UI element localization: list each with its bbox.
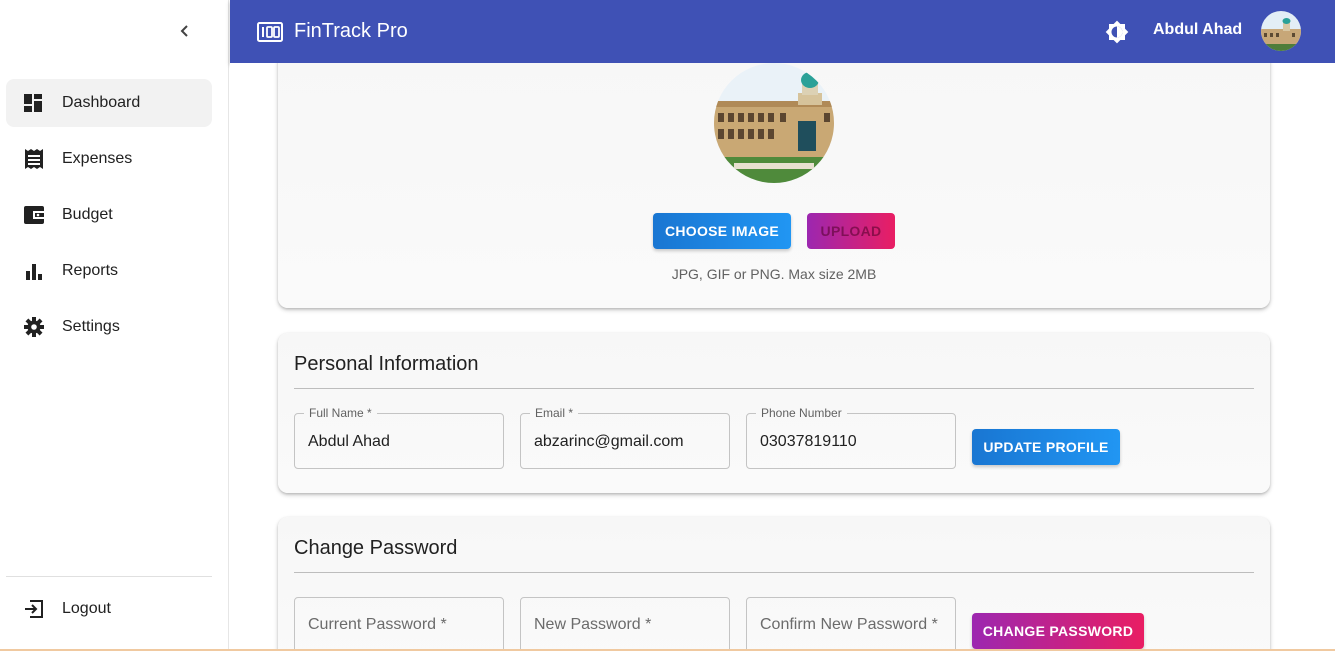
brightness-icon [1105,20,1129,44]
sidebar-item-label: Reports [62,262,119,279]
personal-information-title: Personal Information [294,353,479,375]
confirm-new-password-field[interactable]: Confirm New Password * [746,597,956,651]
app-header: FinTrack Pro Abdul Ahad [230,0,1335,63]
sidebar-item-label: Budget [62,206,113,223]
full-name-field[interactable]: Full Name * Abdul Ahad [294,406,504,469]
gear-icon [23,316,45,338]
divider [294,388,1254,389]
email-label: Email * [530,406,579,420]
header-user-name: Abdul Ahad [1153,21,1243,38]
sidebar-item-label: Dashboard [62,94,141,111]
personal-information-card: Personal Information Full Name * Abdul A… [278,333,1270,493]
sidebar-item-label: Settings [62,318,120,335]
change-password-card: Change Password Current Password * New P… [278,517,1270,651]
logout-label: Logout [62,600,111,617]
hundred-icon [257,21,283,42]
bar-chart-icon [23,260,45,282]
email-value: abzarinc@gmail.com [534,433,684,450]
dashboard-icon [23,92,45,114]
sidebar-item-budget[interactable]: Budget [6,191,212,239]
sidebar-item-settings[interactable]: Settings [6,303,212,351]
chevron-left-icon [180,25,188,37]
collapse-sidebar-button[interactable] [173,19,197,43]
phone-number-value: 03037819110 [760,433,857,450]
full-name-value: Abdul Ahad [308,433,390,450]
upload-hint: JPG, GIF or PNG. Max size 2MB [671,266,877,282]
sidebar-item-expenses[interactable]: Expenses [6,135,212,183]
receipt-icon [23,148,45,170]
change-password-button[interactable]: CHANGE PASSWORD [972,613,1144,649]
theme-toggle-button[interactable] [1104,19,1130,45]
profile-page: CHOOSE IMAGE UPLOAD JPG, GIF or PNG. Max… [230,63,1335,651]
sidebar-nav: Dashboard Expenses Budget Reports Settin… [6,79,212,359]
upload-button[interactable]: UPLOAD [807,213,895,249]
choose-image-button[interactable]: CHOOSE IMAGE [653,213,791,249]
new-password-field[interactable]: New Password * [520,597,730,651]
phone-number-field[interactable]: Phone Number 03037819110 [746,406,956,469]
email-field[interactable]: Email * abzarinc@gmail.com [520,406,730,469]
sidebar-item-dashboard[interactable]: Dashboard [6,79,212,127]
current-password-placeholder: Current Password * [308,616,447,633]
sidebar-item-reports[interactable]: Reports [6,247,212,295]
sidebar: Dashboard Expenses Budget Reports Settin… [0,0,229,651]
change-password-title: Change Password [294,537,458,559]
logout-button[interactable]: Logout [6,585,212,633]
profile-avatar-image [714,63,834,183]
avatar-card: CHOOSE IMAGE UPLOAD JPG, GIF or PNG. Max… [278,63,1270,308]
new-password-placeholder: New Password * [534,616,652,633]
update-profile-button[interactable]: UPDATE PROFILE [972,429,1120,465]
current-password-field[interactable]: Current Password * [294,597,504,651]
app-title: FinTrack Pro [294,20,408,42]
sidebar-divider [6,576,212,577]
logout-icon [23,598,45,620]
phone-number-label: Phone Number [756,406,847,420]
wallet-icon [23,204,45,226]
confirm-new-password-placeholder: Confirm New Password * [760,616,938,633]
full-name-label: Full Name * [304,406,377,420]
header-avatar[interactable] [1261,11,1301,51]
divider [294,572,1254,573]
sidebar-item-label: Expenses [62,150,133,167]
